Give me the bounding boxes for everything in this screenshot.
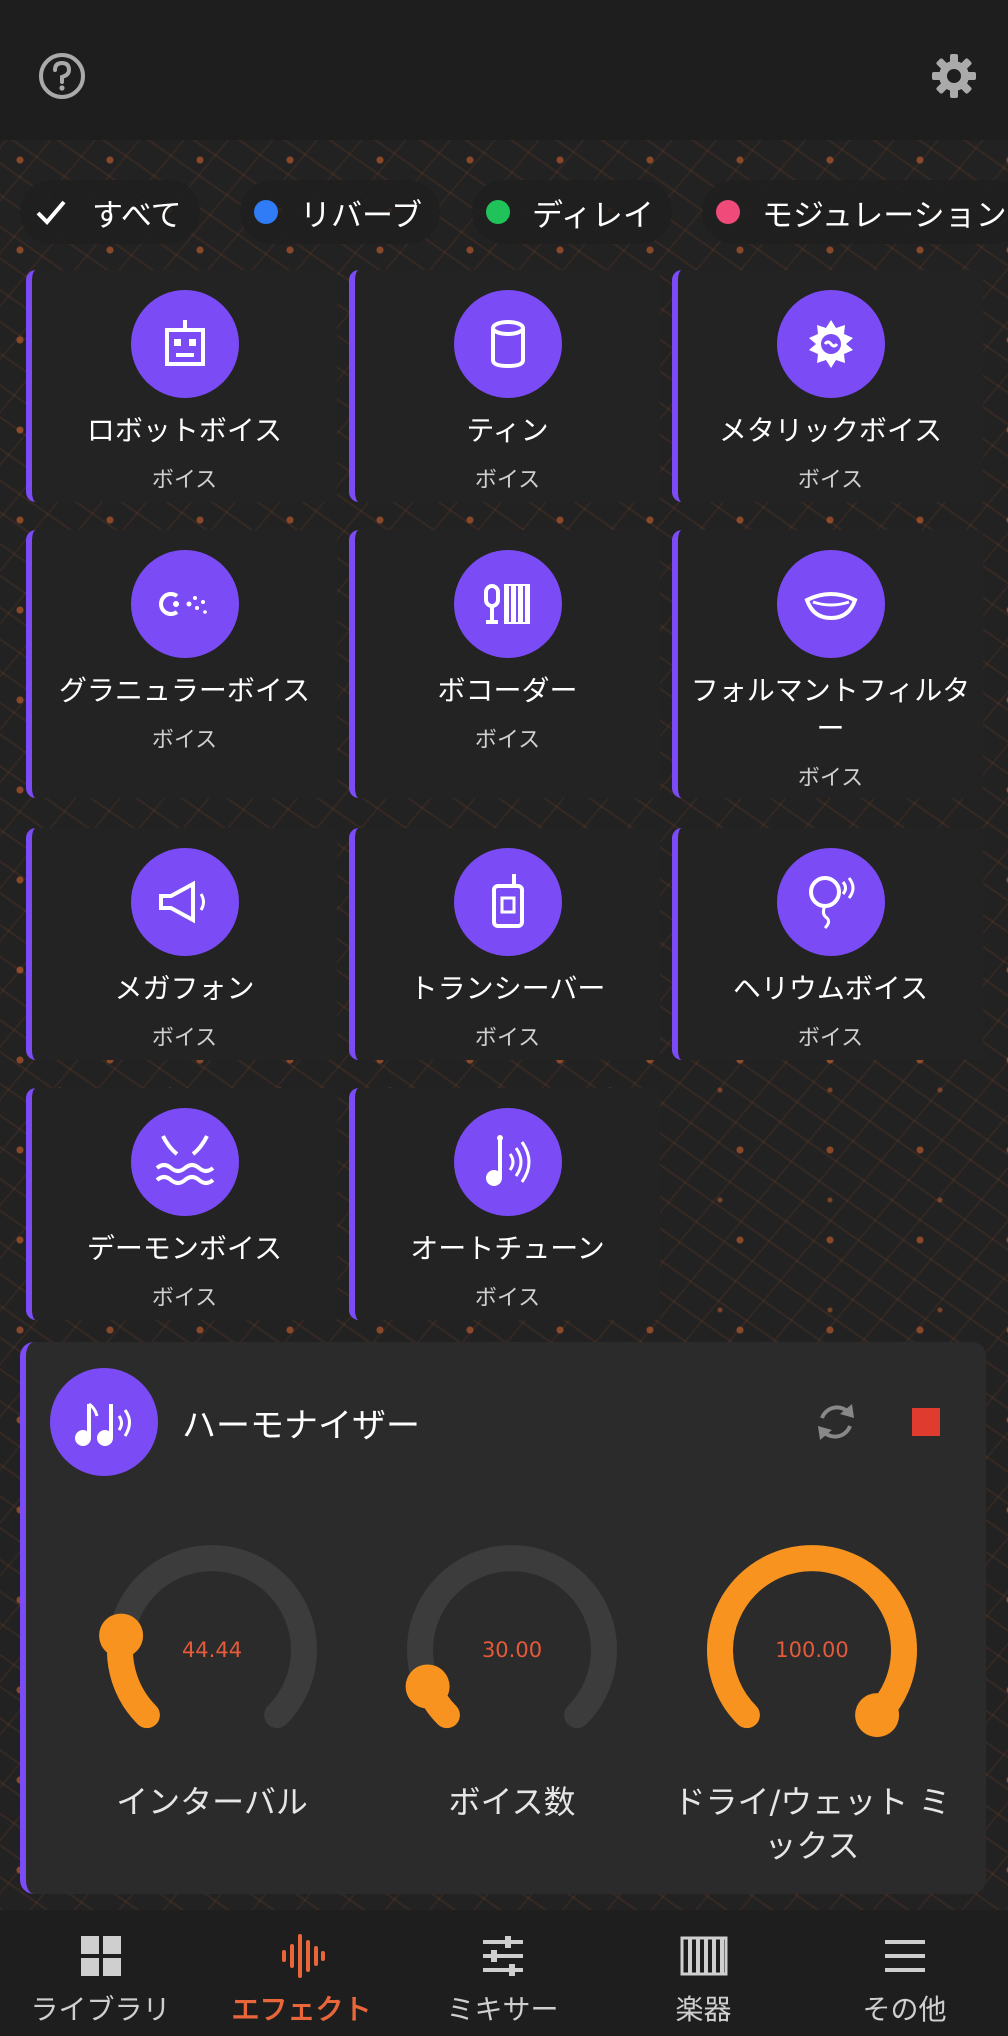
nav-instruments[interactable]: 楽器 xyxy=(603,1910,804,2036)
effect-category: ボイス xyxy=(797,1026,864,1051)
waveform-icon xyxy=(281,1934,325,1978)
megaphone-icon xyxy=(130,848,239,956)
effect-name: ロボットボイス xyxy=(86,414,283,447)
granular-icon xyxy=(130,550,239,658)
sliders-icon xyxy=(482,1936,523,1976)
knob-value: 100.00 xyxy=(775,1638,849,1662)
delay-dot-icon xyxy=(486,200,510,224)
effect-card-formant[interactable]: フォルマントフィルター ボイス xyxy=(672,530,983,798)
balloon-icon xyxy=(776,848,885,956)
effect-name: フォルマントフィルター xyxy=(690,674,971,745)
chip-label: すべて xyxy=(92,197,182,234)
harmonizer-notes-icon xyxy=(50,1368,158,1476)
effect-name: ティン xyxy=(466,414,549,447)
demon-icon xyxy=(130,1108,239,1216)
nav-mixer[interactable]: ミキサー xyxy=(402,1910,603,2036)
tin-can-icon xyxy=(453,290,562,398)
knob-voice-count[interactable]: 30.00 ボイス数 xyxy=(392,1530,632,1821)
effect-category: ボイス xyxy=(474,468,541,493)
effect-category: ボイス xyxy=(797,468,864,493)
chip-delay[interactable]: ディレイ xyxy=(472,180,672,244)
walkie-talkie-icon xyxy=(453,848,562,956)
stop-button[interactable] xyxy=(912,1408,940,1436)
nav-label: その他 xyxy=(862,1993,947,2026)
filter-chips: すべて リバーブ ディレイ モジュレーション xyxy=(0,180,1008,244)
knob-value: 30.00 xyxy=(481,1638,543,1662)
effect-name: ヘリウムボイス xyxy=(732,972,929,1005)
piano-icon xyxy=(680,1936,727,1976)
effect-card-helium[interactable]: ヘリウムボイス ボイス xyxy=(672,828,983,1060)
effect-category: ボイス xyxy=(797,766,864,791)
nav-label: 楽器 xyxy=(675,1993,732,2026)
effect-name: メタリックボイス xyxy=(718,414,943,447)
effect-category: ボイス xyxy=(151,1026,218,1051)
effect-title: ハーモナイザー xyxy=(182,1406,420,1446)
chip-modulation[interactable]: モジュレーション xyxy=(702,180,1008,244)
effect-category: ボイス xyxy=(151,1286,218,1311)
effect-name: メガフォン xyxy=(114,972,255,1005)
nav-label: ライブラリ xyxy=(30,1993,171,2026)
effect-card-tin[interactable]: ティン ボイス xyxy=(349,270,660,502)
sync-icon[interactable] xyxy=(806,1392,866,1452)
effect-card-demon[interactable]: デーモンボイス ボイス xyxy=(26,1088,337,1320)
bottom-navigation: ライブラリ エフェクト ミキサー 楽器 その他 xyxy=(0,1910,1008,2036)
grid-icon xyxy=(80,1936,121,1976)
check-icon xyxy=(36,200,66,225)
nav-label: エフェクト xyxy=(231,1993,372,2026)
effect-card-granular[interactable]: グラニュラーボイス ボイス xyxy=(26,530,337,798)
modulation-dot-icon xyxy=(716,200,740,224)
effect-card-vocoder[interactable]: ボコーダー ボイス xyxy=(349,530,660,798)
settings-gear-icon[interactable] xyxy=(924,46,984,106)
chip-reverb[interactable]: リバーブ xyxy=(240,180,441,244)
menu-icon xyxy=(884,1940,925,1972)
metal-gear-icon xyxy=(776,290,885,398)
knob-dry-wet[interactable]: 100.00 ドライ/ウェット ミックス xyxy=(674,1530,950,1865)
active-effect-panel: ハーモナイザー 44.44 インターバル 30.00 ボイス数 100.00 ド… xyxy=(20,1342,986,1894)
effect-card-autotune[interactable]: オートチューン ボイス xyxy=(349,1088,660,1320)
chip-label: モジュレーション xyxy=(762,197,1007,234)
effect-name: ボコーダー xyxy=(437,674,578,707)
nav-more[interactable]: その他 xyxy=(804,1910,1005,2036)
chip-all[interactable]: すべて xyxy=(20,180,200,244)
help-icon[interactable] xyxy=(32,46,92,106)
robot-icon xyxy=(130,290,239,398)
music-note-icon xyxy=(453,1108,562,1216)
chip-label: ディレイ xyxy=(532,197,654,234)
nav-library[interactable]: ライブラリ xyxy=(0,1910,201,2036)
effect-name: グラニュラーボイス xyxy=(58,674,311,707)
nav-effects[interactable]: エフェクト xyxy=(201,1910,402,2036)
knob-label: インターバル xyxy=(116,1783,308,1821)
effect-category: ボイス xyxy=(151,728,218,753)
effect-name: トランシーバー xyxy=(409,972,606,1005)
knob-label: ボイス数 xyxy=(448,1783,576,1821)
effect-category: ボイス xyxy=(474,1026,541,1051)
top-bar xyxy=(0,0,1008,140)
effect-category: ボイス xyxy=(151,468,218,493)
chip-label: リバーブ xyxy=(300,197,423,234)
effect-card-megaphone[interactable]: メガフォン ボイス xyxy=(26,828,337,1060)
effect-name: デーモンボイス xyxy=(86,1232,283,1265)
effect-card-metallic[interactable]: メタリックボイス ボイス xyxy=(672,270,983,502)
effect-card-transceiver[interactable]: トランシーバー ボイス xyxy=(349,828,660,1060)
mouth-icon xyxy=(776,550,885,658)
effect-card-robot[interactable]: ロボットボイス ボイス xyxy=(26,270,337,502)
nav-label: ミキサー xyxy=(446,1993,559,2026)
effect-category: ボイス xyxy=(474,728,541,753)
reverb-dot-icon xyxy=(254,200,278,224)
knob-interval[interactable]: 44.44 インターバル xyxy=(92,1530,332,1821)
knob-value: 44.44 xyxy=(181,1638,243,1662)
vocoder-icon xyxy=(453,550,562,658)
effect-category: ボイス xyxy=(474,1286,541,1311)
knob-label: ドライ/ウェット ミックス xyxy=(673,1783,951,1865)
effect-name: オートチューン xyxy=(410,1232,605,1265)
